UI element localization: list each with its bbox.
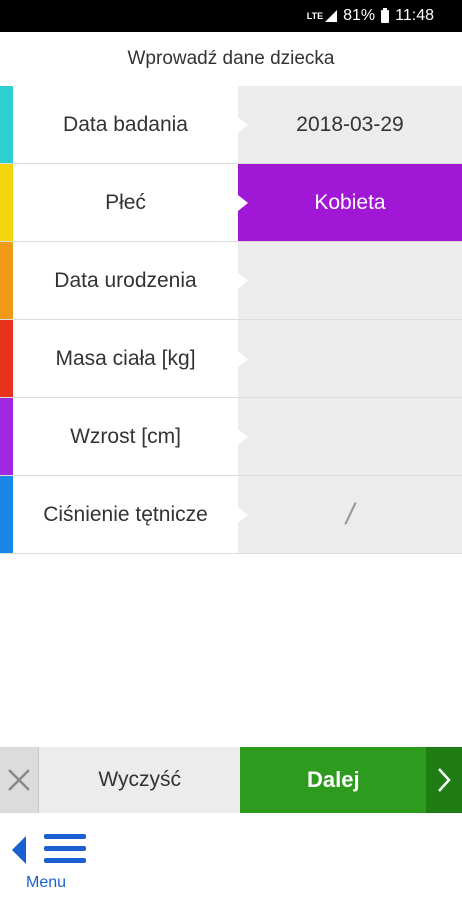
row-height[interactable]: Wzrost [cm]: [0, 398, 462, 476]
row-color-bar: [0, 320, 13, 397]
birth-date-label: Data urodzenia: [13, 242, 238, 319]
blood-pressure-label: Ciśnienie tętnicze: [13, 476, 238, 553]
row-color-bar: [0, 476, 13, 553]
row-blood-pressure[interactable]: Ciśnienie tętnicze /: [0, 476, 462, 554]
row-color-bar: [0, 242, 13, 319]
weight-label: Masa ciała [kg]: [13, 320, 238, 397]
row-birth-date[interactable]: Data urodzenia: [0, 242, 462, 320]
blood-pressure-field[interactable]: /: [238, 476, 462, 553]
sex-label: Płeć: [13, 164, 238, 241]
blood-pressure-separator: /: [345, 497, 355, 531]
weight-field[interactable]: [238, 320, 462, 397]
row-sex[interactable]: Płeć Kobieta: [0, 164, 462, 242]
birth-date-field[interactable]: [238, 242, 462, 319]
row-weight[interactable]: Masa ciała [kg]: [0, 320, 462, 398]
sex-field[interactable]: Kobieta: [238, 164, 462, 241]
row-exam-date[interactable]: Data badania 2018-03-29: [0, 86, 462, 164]
next-button[interactable]: Dalej: [240, 747, 427, 813]
clock: 11:48: [395, 7, 434, 24]
exam-date-label: Data badania: [13, 86, 238, 163]
exam-date-field[interactable]: 2018-03-29: [238, 86, 462, 163]
hamburger-icon: [44, 834, 86, 870]
menu-button[interactable]: Menu: [10, 828, 90, 892]
height-field[interactable]: [238, 398, 462, 475]
clear-button[interactable]: Wyczyść: [38, 747, 241, 813]
child-data-form: Data badania 2018-03-29 Płeć Kobieta Dat…: [0, 86, 462, 554]
page-title: Wprowadź dane dziecka: [127, 48, 335, 69]
close-icon[interactable]: [0, 747, 39, 813]
battery-percent: 81%: [343, 7, 376, 24]
status-bar: LTE 81% 11:48: [0, 0, 462, 32]
network-type: LTE: [306, 10, 324, 21]
battery-icon: [381, 7, 390, 23]
signal-icon: [325, 10, 338, 22]
row-color-bar: [0, 86, 13, 163]
back-triangle-icon: [12, 836, 26, 864]
row-color-bar: [0, 164, 13, 241]
action-bar: Wyczyść Dalej: [0, 747, 462, 813]
height-label: Wzrost [cm]: [13, 398, 238, 475]
menu-label: Menu: [26, 874, 67, 891]
chevron-right-icon[interactable]: [426, 747, 462, 813]
row-color-bar: [0, 398, 13, 475]
